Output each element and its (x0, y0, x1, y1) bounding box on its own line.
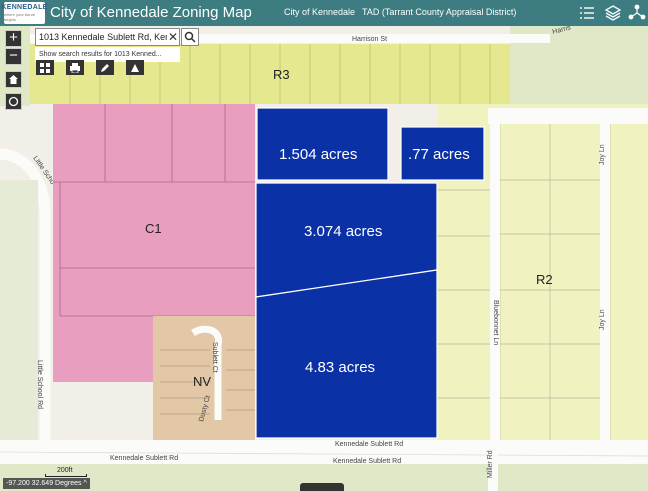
road-label-joy-upper: Joy Ln (599, 144, 606, 165)
scale-label: 200ft (57, 467, 73, 474)
share-icon[interactable] (627, 3, 647, 23)
parcel-label-483: 4.83 acres (305, 359, 376, 376)
search-icon (184, 31, 196, 43)
zoom-in-icon: + (9, 29, 18, 46)
green-area-left (0, 180, 38, 450)
app-header: KENNEDALE where your future begins City … (0, 0, 648, 26)
zone-label-r2: R2 (536, 272, 553, 287)
zone-label-nv: NV (193, 374, 212, 389)
road-label-sublett-ct: Sublett Ct (211, 342, 218, 373)
road-label-harrison: Harrison St (352, 36, 387, 43)
road-label-sublett-lower-left: Kennedale Sublett Rd (110, 455, 178, 462)
tad-link[interactable]: TAD (Tarrant County Appraisal District) (362, 7, 516, 17)
parcel-label-3074: 3.074 acres (304, 223, 383, 240)
road-label-sublett-lower: Kennedale Sublett Rd (333, 458, 401, 465)
grid-icon (40, 62, 50, 73)
parcel-label-1504: 1.504 acres (279, 146, 358, 163)
toolbar-button-4[interactable] (126, 60, 144, 75)
bluebonnet-ln-road (490, 124, 500, 444)
parcel-483-acres[interactable] (255, 269, 438, 439)
locate-icon (8, 96, 19, 107)
layers-icon[interactable] (603, 3, 623, 23)
joy-ln-road (600, 124, 610, 444)
edit-icon (101, 63, 109, 72)
toolbar-button-3[interactable] (96, 60, 114, 75)
zone-c1-lower (53, 316, 153, 382)
map-view[interactable]: Harrison St Harris Bluebonnet Ln Joy Ln … (0, 26, 648, 491)
toolbar-button-2[interactable] (66, 60, 84, 75)
home-button[interactable] (5, 71, 22, 88)
road-label-little-school-lower: Little School Rd (36, 360, 43, 409)
zoom-out-icon: − (9, 47, 18, 64)
road-label-bluebonnet: Bluebonnet Ln (492, 300, 499, 345)
print-icon (70, 62, 80, 73)
logo-text: KENNEDALE (1, 4, 48, 11)
locate-button[interactable] (5, 93, 22, 110)
search-button[interactable] (181, 28, 199, 46)
legend-list-icon[interactable] (577, 3, 597, 23)
clear-search-icon[interactable]: ✕ (167, 30, 179, 44)
road-label-sublett-upper: Kennedale Sublett Rd (335, 441, 403, 448)
zone-label-r3: R3 (273, 67, 290, 82)
zone-label-c1: C1 (145, 221, 162, 236)
parcel-label-077: .77 acres (408, 146, 470, 163)
road-label-miller: Miller Rd (487, 450, 494, 478)
search-box[interactable]: ✕ (35, 28, 180, 46)
coordinate-readout[interactable]: -97.200 32.649 Degrees ^ (3, 478, 90, 489)
app-title: City of Kennedale Zoning Map (50, 4, 252, 21)
scale-bar (45, 474, 87, 477)
road-label-joy-lower: Joy Ln (599, 309, 606, 330)
zoom-in-button[interactable]: + (5, 30, 22, 47)
bottom-panel-toggle[interactable] (300, 483, 344, 491)
city-logo[interactable]: KENNEDALE where your future begins (1, 2, 48, 24)
parcel-1504-acres[interactable] (256, 107, 389, 181)
street-north-r2 (488, 108, 648, 124)
kennedale-sublett-rd-road (0, 440, 648, 464)
measure-icon (131, 63, 139, 72)
zoom-out-button[interactable]: − (5, 48, 22, 65)
logo-subtext: where your future begins (4, 12, 36, 22)
toolbar-button-1[interactable] (36, 60, 54, 75)
coordinate-text: -97.200 32.649 Degrees (6, 480, 82, 487)
search-input[interactable] (36, 30, 167, 44)
home-icon (9, 75, 18, 84)
city-of-kennedale-link[interactable]: City of Kennedale (284, 7, 355, 17)
